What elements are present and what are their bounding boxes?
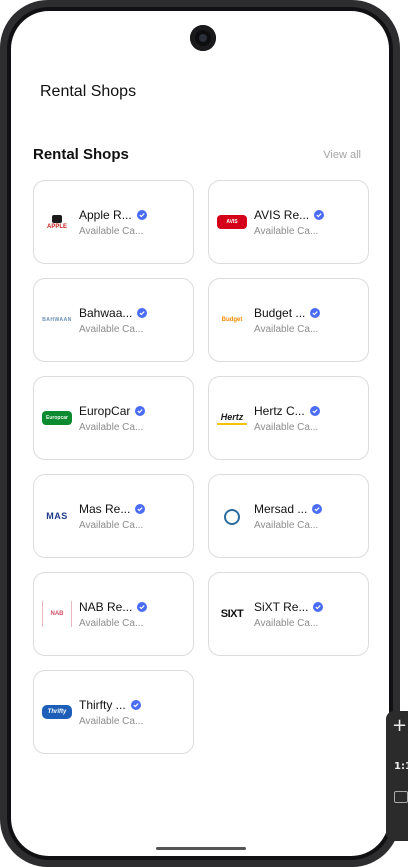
shop-card-budget[interactable]: Budget Budget ... Available Ca... — [208, 278, 369, 362]
shop-name: Budget ... — [254, 306, 321, 320]
add-icon[interactable]: + — [392, 717, 407, 735]
shop-name: Mersad ... — [254, 502, 323, 516]
verified-icon — [135, 504, 146, 514]
mas-logo: MAS — [46, 511, 68, 521]
hertz-logo: Hertz — [217, 411, 247, 425]
shop-subtitle: Available Ca... — [254, 618, 319, 629]
verified-icon — [310, 308, 321, 318]
shop-subtitle: Available Ca... — [79, 618, 144, 629]
shop-card-sixt[interactable]: SIXT SiXT Re... Available Ca... — [208, 572, 369, 656]
shop-card-apple[interactable]: APPLE Apple R... Available Ca... — [33, 180, 194, 264]
apple-logo: APPLE — [42, 209, 72, 235]
shop-name: Hertz C... — [254, 404, 320, 418]
sixt-logo: SIXT — [220, 608, 244, 620]
rental-shops-section-header: Rental Shops View all — [33, 146, 363, 168]
verified-icon — [137, 308, 148, 318]
shop-subtitle: Available Ca... — [254, 520, 319, 531]
shop-name: EuropCar — [79, 404, 146, 418]
verified-icon — [314, 210, 325, 220]
shop-subtitle: Available Ca... — [254, 226, 319, 237]
verified-icon — [309, 406, 320, 416]
shop-name: AVIS Re... — [254, 208, 325, 222]
shop-subtitle: Available Ca... — [79, 226, 144, 237]
shop-subtitle: Available Ca... — [254, 422, 319, 433]
view-all-link[interactable]: View all — [323, 149, 361, 161]
front-camera — [190, 25, 216, 51]
section-title: Rental Shops — [33, 146, 129, 163]
bahwaan-logo: BAHWAAN — [42, 317, 72, 323]
verified-icon — [130, 700, 141, 710]
image-icon[interactable] — [394, 791, 408, 803]
shop-card-mersad[interactable]: Mersad ... Available Ca... — [208, 474, 369, 558]
shop-card-bahwaan[interactable]: BAHWAAN Bahwaa... Available Ca... — [33, 278, 194, 362]
page-title: Rental Shops — [40, 83, 137, 100]
avis-logo: AVIS — [217, 215, 247, 229]
europcar-logo: Europcar — [42, 411, 72, 425]
shop-card-thrifty[interactable]: Thrifty Thirfty ... Available Ca... — [33, 670, 194, 754]
budget-logo: Budget — [221, 317, 243, 323]
shop-name: Apple R... — [79, 208, 147, 222]
shops-grid: APPLE Apple R... Available Ca... AVIS AV… — [33, 180, 371, 754]
shop-name: Bahwaa... — [79, 306, 148, 320]
verified-icon — [137, 602, 148, 612]
mersad-logo — [224, 509, 240, 525]
floating-side-toolbar: + 1:1 — [386, 711, 408, 841]
shop-subtitle: Available Ca... — [254, 324, 319, 335]
shop-card-europcar[interactable]: Europcar EuropCar Available Ca... — [33, 376, 194, 460]
verified-icon — [135, 406, 146, 416]
shop-subtitle: Available Ca... — [79, 716, 144, 727]
shop-name: Thirfty ... — [79, 698, 141, 712]
shop-name: SiXT Re... — [254, 600, 324, 614]
shop-name: Mas Re... — [79, 502, 146, 516]
shop-subtitle: Available Ca... — [79, 520, 144, 531]
shop-subtitle: Available Ca... — [79, 324, 144, 335]
home-indicator[interactable] — [156, 847, 246, 850]
device: Rental Shops Rental Shops View all APPLE… — [0, 0, 408, 867]
verified-icon — [313, 602, 324, 612]
shop-card-avis[interactable]: AVIS AVIS Re... Available Ca... — [208, 180, 369, 264]
verified-icon — [312, 504, 323, 514]
shop-subtitle: Available Ca... — [79, 422, 144, 433]
nab-logo: NAB — [42, 601, 72, 627]
thrifty-logo: Thrifty — [42, 705, 72, 719]
shop-card-mas[interactable]: MAS Mas Re... Available Ca... — [33, 474, 194, 558]
shop-name: NAB Re... — [79, 600, 148, 614]
verified-icon — [136, 210, 147, 220]
app-screen: Rental Shops Rental Shops View all APPLE… — [11, 11, 389, 856]
aspect-ratio-label[interactable]: 1:1 — [394, 761, 408, 772]
shop-card-hertz[interactable]: Hertz Hertz C... Available Ca... — [208, 376, 369, 460]
shop-card-nab[interactable]: NAB NAB Re... Available Ca... — [33, 572, 194, 656]
